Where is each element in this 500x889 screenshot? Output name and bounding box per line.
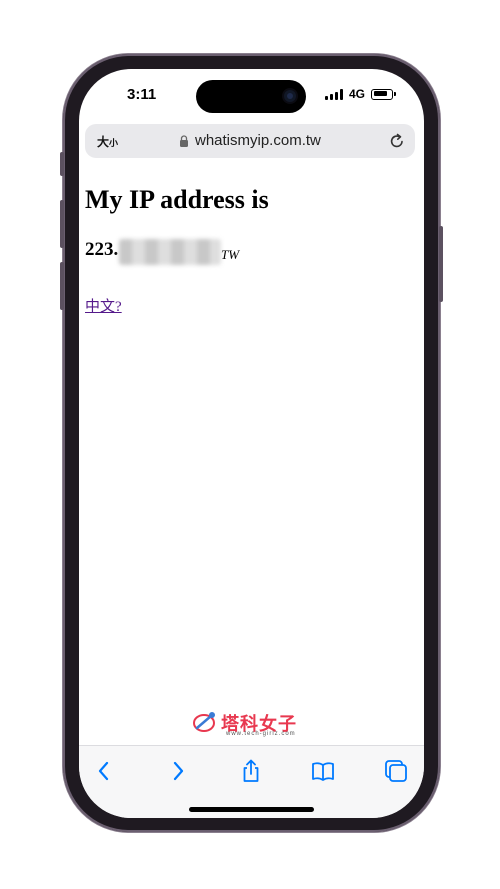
country-code: TW: [221, 247, 240, 262]
chinese-language-link[interactable]: 中文?: [85, 295, 122, 316]
network-type: 4G: [349, 87, 366, 101]
volume-down-button: [60, 262, 64, 310]
reload-icon[interactable]: [388, 132, 406, 150]
watermark-subtitle: www.tech-girlz.com: [226, 731, 296, 737]
text-size-label-big: 大: [97, 135, 110, 149]
home-indicator[interactable]: [189, 807, 314, 812]
status-indicators: 4G: [325, 87, 397, 101]
status-bar: 3:11 4G: [79, 69, 424, 119]
text-size-label-small: 小: [109, 138, 119, 148]
tabs-icon[interactable]: [383, 758, 409, 784]
page-heading: My IP address is: [85, 185, 269, 214]
phone-screen: 3:11 4G 大小 whatismyip.com.tw My IP addre…: [79, 69, 424, 818]
back-icon[interactable]: [91, 758, 117, 784]
action-button: [60, 152, 64, 176]
ip-address-prefix: 223.: [85, 239, 119, 260]
front-camera-icon: [284, 90, 296, 102]
url-text[interactable]: whatismyip.com.tw: [195, 132, 321, 149]
rocket-logo-icon: [193, 712, 215, 732]
bookmarks-icon[interactable]: [310, 758, 336, 784]
forward-icon[interactable]: [165, 758, 191, 784]
text-size-button[interactable]: 大小: [97, 133, 118, 150]
dynamic-island: [196, 80, 306, 113]
watermark-logo: 塔科女子 www.tech-girlz.com: [189, 710, 319, 740]
lock-icon: [180, 135, 188, 147]
redacted-ip-blur: [119, 239, 221, 265]
power-button: [439, 226, 443, 302]
address-bar[interactable]: 大小 whatismyip.com.tw: [85, 124, 415, 158]
battery-icon: [371, 88, 397, 100]
status-time: 3:11: [127, 86, 157, 103]
share-icon[interactable]: [238, 758, 264, 784]
signal-icon: [325, 88, 343, 100]
volume-up-button: [60, 200, 64, 248]
